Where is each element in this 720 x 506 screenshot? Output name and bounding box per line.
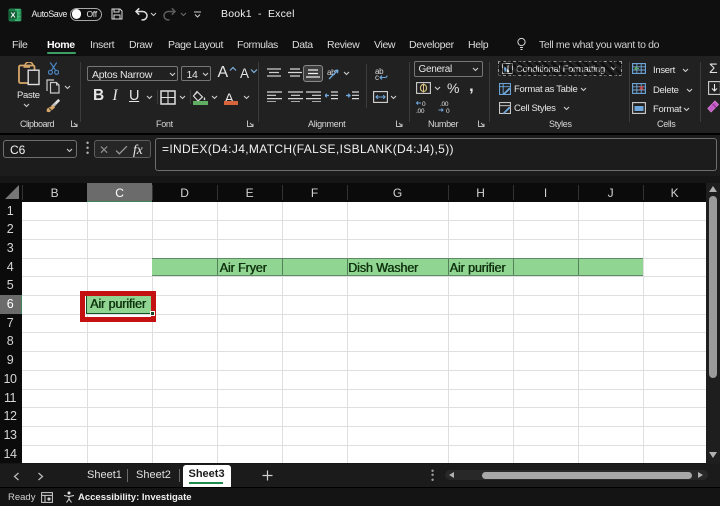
svg-text:c: c bbox=[375, 73, 379, 80]
svg-text:0: 0 bbox=[446, 108, 450, 114]
svg-text:0: 0 bbox=[422, 101, 426, 108]
svg-text:.00: .00 bbox=[416, 108, 425, 114]
svg-text:.00: .00 bbox=[440, 101, 449, 108]
svg-text:X: X bbox=[10, 10, 15, 19]
